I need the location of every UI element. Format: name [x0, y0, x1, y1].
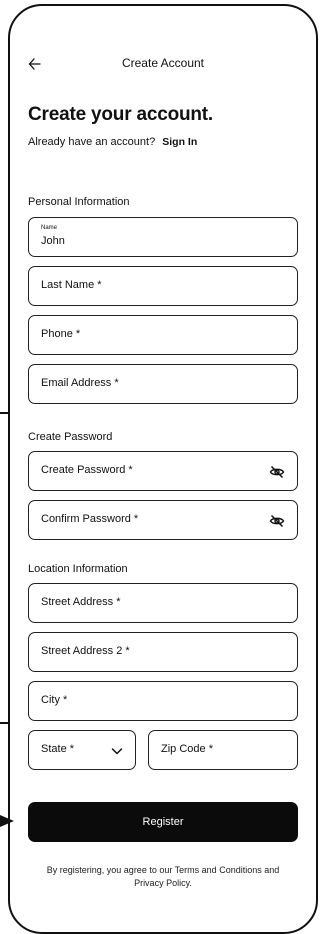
annotation-line [0, 722, 10, 724]
create-password-field[interactable]: Create Password * [28, 451, 298, 491]
zip-code-field[interactable]: Zip Code * [148, 730, 298, 770]
name-field-label: Name [41, 225, 58, 231]
phone-field[interactable]: Phone * [28, 315, 298, 355]
header-title: Create Account [121, 56, 205, 70]
eye-off-icon[interactable] [269, 464, 285, 480]
email-field[interactable]: Email Address * [28, 364, 298, 404]
terms-text: By registering, you agree to our Terms a… [46, 865, 280, 888]
last-name-field[interactable]: Last Name * [28, 266, 298, 306]
last-name-placeholder: Last Name * [41, 279, 102, 291]
register-button[interactable]: Register [28, 802, 298, 842]
street-address-placeholder: Street Address * [41, 596, 121, 608]
app-header: Create Account [28, 54, 298, 76]
section-title-personal: Personal Information [28, 196, 130, 208]
zip-code-placeholder: Zip Code * [161, 743, 213, 755]
state-select[interactable]: State * [28, 730, 136, 770]
annotation-line [0, 412, 10, 414]
sign-in-row: Already have an account? Sign In [28, 136, 197, 148]
confirm-password-placeholder: Confirm Password * [41, 513, 139, 525]
street-address-2-placeholder: Street Address 2 * [41, 645, 130, 657]
state-placeholder: State * [41, 743, 75, 755]
section-title-password: Create Password [28, 431, 113, 443]
confirm-password-field[interactable]: Confirm Password * [28, 500, 298, 540]
section-title-location: Location Information [28, 563, 128, 575]
city-placeholder: City * [41, 694, 68, 706]
email-placeholder: Email Address * [41, 377, 119, 389]
eye-off-icon[interactable] [269, 513, 285, 529]
city-field[interactable]: City * [28, 681, 298, 721]
name-field[interactable]: Name John [28, 217, 298, 257]
name-field-value: John [41, 235, 65, 247]
page-title: Create your account. [28, 104, 213, 125]
phone-placeholder: Phone * [41, 328, 81, 340]
street-address-field[interactable]: Street Address * [28, 583, 298, 623]
street-address-2-field[interactable]: Street Address 2 * [28, 632, 298, 672]
chevron-down-icon [111, 748, 123, 755]
annotation-arrow-icon [0, 815, 14, 827]
have-account-text: Already have an account? [28, 136, 156, 148]
sign-in-link[interactable]: Sign In [162, 136, 197, 148]
create-password-placeholder: Create Password * [41, 464, 133, 476]
